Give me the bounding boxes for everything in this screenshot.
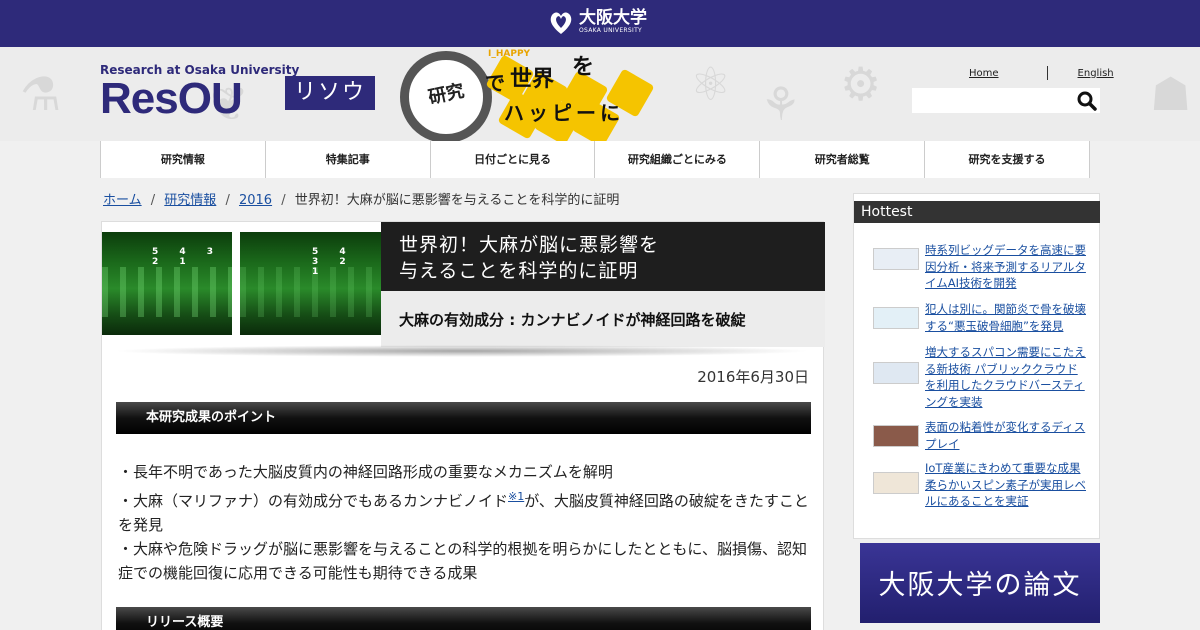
breadcrumb-separator: / bbox=[150, 193, 156, 208]
hero-shadow bbox=[112, 345, 812, 357]
link-divider bbox=[1046, 66, 1048, 80]
section-heading-points: 本研究成果のポイント bbox=[116, 402, 811, 434]
point-1: ・長年不明であった大脳皮質内の神経回路形成の重要なメカニズムを解明 bbox=[118, 463, 613, 481]
hottest-item: 表面の粘着性が変化するディスプレイ bbox=[873, 419, 1087, 452]
english-link[interactable]: English bbox=[1078, 68, 1114, 79]
hottest-link[interactable]: IoT産業にきわめて重要な成果柔らかいスピン素子が実用レベルにあることを実証 bbox=[925, 460, 1087, 510]
hottest-item: 犯人は別に。関節炎で骨を破壊する“悪玉破骨細胞”を発見 bbox=[873, 301, 1087, 334]
image-numbers: 5 4 3 2 1 bbox=[312, 247, 355, 277]
slogan-de: で bbox=[485, 71, 505, 95]
section-heading-summary: リリース概要 bbox=[116, 607, 811, 630]
slogan-happy: ハッピーに bbox=[504, 101, 624, 125]
breadcrumb-home[interactable]: ホーム bbox=[103, 193, 142, 208]
hottest-link[interactable]: 犯人は別に。関節炎で骨を破壊する“悪玉破骨細胞”を発見 bbox=[925, 301, 1087, 334]
hottest-link[interactable]: 時系列ビッグデータを高速に要因分析・将来予測するリアルタイムAI技術を開発 bbox=[925, 242, 1087, 292]
university-name-ja: 大阪大学 bbox=[579, 8, 647, 28]
footnote-link[interactable]: ※1 bbox=[508, 490, 524, 503]
hottest-thumbnail[interactable] bbox=[873, 248, 919, 270]
osaka-university-emblem-icon bbox=[550, 12, 572, 34]
footnote-ref: ※1 bbox=[508, 488, 524, 503]
image-numbers: 5 4 3 2 1 bbox=[152, 247, 223, 267]
hottest-heading: Hottest bbox=[854, 201, 1100, 223]
gear-deco-icon: ⚙ bbox=[840, 57, 882, 111]
article-points: ・長年不明であった大脳皮質内の神経回路形成の重要なメカニズムを解明 ・大麻（マリ… bbox=[118, 460, 813, 585]
top-bar: 大阪大学 OSAKA UNIVERSITY bbox=[0, 0, 1200, 47]
article-title-line2: 与えることを科学的に証明 bbox=[399, 260, 639, 282]
breadcrumb-year[interactable]: 2016 bbox=[239, 193, 272, 208]
breadcrumb-separator: / bbox=[225, 193, 230, 208]
article-date: 2016年6月30日 bbox=[697, 368, 809, 386]
article-hero: 5 4 3 2 1 5 4 3 2 1 世界初！大麻が脳に悪影響を 与えることを… bbox=[102, 222, 825, 347]
nav-item-support[interactable]: 研究を支援する bbox=[925, 141, 1090, 178]
microscopy-image: 5 4 3 2 1 bbox=[102, 232, 232, 335]
search-icon[interactable] bbox=[1077, 91, 1097, 111]
microscope-deco-icon: ⚘ bbox=[760, 77, 802, 131]
university-name-en: OSAKA UNIVERSITY bbox=[579, 27, 643, 34]
hottest-item: 時系列ビッグデータを高速に要因分析・将来予測するリアルタイムAI技術を開発 bbox=[873, 242, 1087, 292]
article-title: 世界初！大麻が脳に悪影響を 与えることを科学的に証明 bbox=[381, 222, 825, 291]
hottest-link[interactable]: 表面の粘着性が変化するディスプレイ bbox=[925, 419, 1087, 452]
site-header: ⚗ ❦ ⚛ ⚘ ⚙ ☗ Research at Osaka University… bbox=[0, 47, 1200, 141]
hottest-item: IoT産業にきわめて重要な成果柔らかいスピン素子が実用レベルにあることを実証 bbox=[873, 460, 1087, 510]
breadcrumb: ホーム / 研究情報 / 2016 / 世界初！大麻が脳に悪影響を与えることを科… bbox=[103, 189, 619, 208]
hottest-thumbnail[interactable] bbox=[873, 362, 919, 384]
nav-item-features[interactable]: 特集記事 bbox=[266, 141, 431, 178]
osaka-papers-banner[interactable]: 大阪大学の論文 bbox=[860, 543, 1100, 623]
breadcrumb-research[interactable]: 研究情報 bbox=[164, 193, 216, 208]
nav-item-by-date[interactable]: 日付ごとに見る bbox=[431, 141, 596, 178]
hottest-thumbnail[interactable] bbox=[873, 472, 919, 494]
slogan-sekai: 世界 bbox=[510, 67, 555, 92]
nav-item-by-organization[interactable]: 研究組織ごとにみる bbox=[595, 141, 761, 178]
breadcrumb-current: 世界初！大麻が脳に悪影響を与えることを科学的に証明 bbox=[294, 193, 620, 208]
article: 5 4 3 2 1 5 4 3 2 1 世界初！大麻が脳に悪影響を 与えることを… bbox=[101, 221, 825, 630]
hottest-sidebar: Hottest 時系列ビッグデータを高速に要因分析・将来予測するリアルタイムAI… bbox=[853, 193, 1100, 539]
point-3: ・大麻や危険ドラッグが脳に悪影響を与えることの科学的根拠を明らかにしたとともに、… bbox=[118, 540, 807, 582]
osaka-university-logo[interactable]: 大阪大学 OSAKA UNIVERSITY bbox=[547, 8, 647, 36]
microscopy-image: 5 4 3 2 1 bbox=[240, 232, 381, 335]
search-box bbox=[912, 88, 1100, 113]
risou-badge: リソウ bbox=[285, 76, 375, 110]
image-stripes bbox=[102, 267, 232, 317]
point-2-text: ・大麻（マリファナ）の有効成分でもあるカンナビノイド bbox=[118, 492, 509, 510]
image-gap bbox=[232, 232, 240, 335]
flask-deco-icon: ⚗ bbox=[20, 67, 62, 121]
resou-logo[interactable]: Research at Osaka University ResOU bbox=[100, 63, 299, 121]
nav-item-research-info[interactable]: 研究情報 bbox=[101, 141, 266, 178]
hottest-item: 増大するスパコン需要にこたえる新技術 パブリッククラウドを利用したクラウドバース… bbox=[873, 344, 1087, 410]
nav-item-researchers[interactable]: 研究者総覧 bbox=[760, 141, 926, 178]
slogan-wo: を bbox=[572, 55, 595, 80]
hottest-link[interactable]: 増大するスパコン需要にこたえる新技術 パブリッククラウドを利用したクラウドバース… bbox=[925, 344, 1087, 410]
article-title-line1: 世界初！大麻が脳に悪影響を bbox=[399, 234, 660, 256]
article-subtitle: 大麻の有効成分 : カンナビノイドが神経回路を破綻 bbox=[381, 291, 825, 347]
molecule-deco-icon: ⚛ bbox=[690, 57, 732, 111]
home-link[interactable]: Home bbox=[969, 68, 999, 79]
hottest-thumbnail[interactable] bbox=[873, 307, 919, 329]
slogan-graphic: 研究 I_HAPPY で 世界 を ハッピーに bbox=[400, 47, 655, 141]
breadcrumb-separator: / bbox=[281, 193, 286, 208]
resou-title: ResOU bbox=[100, 74, 243, 123]
robot-deco-icon: ☗ bbox=[1150, 67, 1192, 121]
header-links: Home English bbox=[969, 66, 1114, 80]
hottest-thumbnail[interactable] bbox=[873, 425, 919, 447]
main-nav: 研究情報 特集記事 日付ごとに見る 研究組織ごとにみる 研究者総覧 研究を支援す… bbox=[100, 141, 1090, 178]
point-2: ・大麻（マリファナ）の有効成分でもあるカンナビノイド※1が、大脳皮質神経回路の破… bbox=[118, 484, 813, 537]
search-input[interactable] bbox=[912, 88, 1072, 113]
banner-text: 大阪大学の論文 bbox=[878, 570, 1082, 601]
